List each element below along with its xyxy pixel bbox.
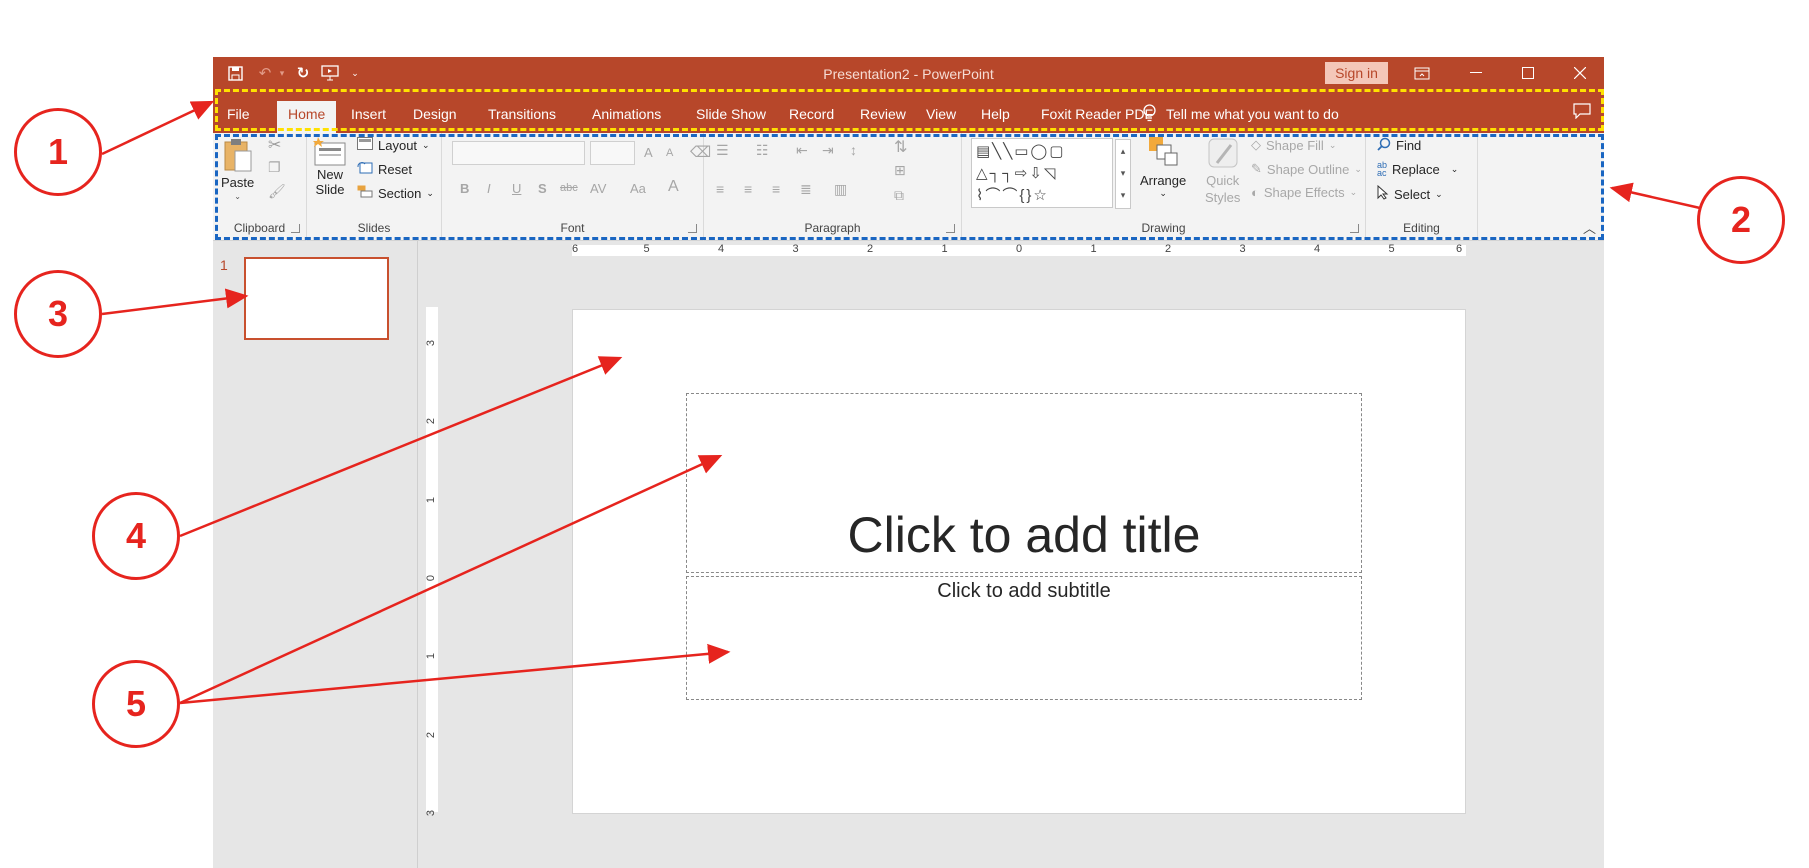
- maximize-icon[interactable]: [1502, 57, 1554, 89]
- ruler-tick-label: 2: [425, 731, 438, 738]
- ruler-tick-label: 0: [1016, 243, 1023, 255]
- ruler-tick-label: 2: [1165, 243, 1172, 255]
- vertical-ruler: 3 2 1 0 1 2 3: [425, 307, 438, 816]
- ruler-tick-label: 3: [792, 243, 799, 255]
- sign-in-button[interactable]: Sign in: [1325, 62, 1388, 84]
- ribbon-display-options-icon[interactable]: [1396, 57, 1448, 89]
- slide-canvas[interactable]: Click to add title Click to add subtitle: [572, 309, 1466, 814]
- thumbnail-number: 1: [220, 257, 228, 273]
- minimize-icon[interactable]: [1450, 57, 1502, 89]
- ribbon-highlight: [215, 134, 1604, 240]
- ruler-tick-label: 3: [425, 809, 438, 817]
- ruler-tick-label: 1: [1090, 243, 1097, 255]
- callout-5: 5: [92, 660, 180, 748]
- close-icon[interactable]: [1554, 57, 1604, 89]
- callout-4: 4: [92, 492, 180, 580]
- slide-thumbnail[interactable]: [244, 257, 389, 340]
- ruler-tick-label: 4: [1314, 243, 1321, 255]
- ruler-tick-label: 1: [425, 653, 438, 660]
- subtitle-placeholder-text: Click to add subtitle: [937, 580, 1111, 602]
- callout-3: 3: [14, 270, 102, 358]
- callout-1: 1: [14, 108, 102, 196]
- ruler-tick-label: 2: [867, 243, 874, 255]
- title-placeholder-text: Click to add title: [847, 507, 1201, 563]
- callout-2: 2: [1697, 176, 1785, 264]
- ruler-tick-label: 5: [643, 243, 650, 255]
- title-bar: ↶ ▾ ↻ ⌄ Presentation2 - PowerPoint Sign …: [213, 57, 1604, 89]
- arrow-to-ribbon: [1609, 182, 1701, 210]
- tabs-highlight: [215, 89, 1604, 131]
- title-placeholder[interactable]: Click to add title: [686, 393, 1362, 573]
- ruler-tick-label: 3: [1239, 243, 1246, 255]
- slide-thumbnails-pane: 1: [213, 241, 418, 868]
- ruler-tick-label: 6: [1456, 243, 1463, 255]
- subtitle-placeholder[interactable]: Click to add subtitle: [686, 576, 1362, 700]
- ruler-tick-label: 1: [425, 496, 438, 503]
- arrow-to-tabs: [101, 100, 215, 156]
- ruler-tick-label: 5: [1388, 243, 1395, 255]
- ruler-tick-label: 4: [718, 243, 725, 255]
- ruler-tick-label: 2: [425, 418, 438, 425]
- ruler-tick-label: 3: [425, 339, 438, 347]
- ruler-tick-label: 6: [572, 243, 579, 255]
- horizontal-ruler: 6 5 4 3 2 1 0 1 2 3 4 5 6: [572, 243, 1466, 256]
- ruler-tick-label: 0: [425, 574, 438, 582]
- ruler-tick-label: 1: [941, 243, 948, 255]
